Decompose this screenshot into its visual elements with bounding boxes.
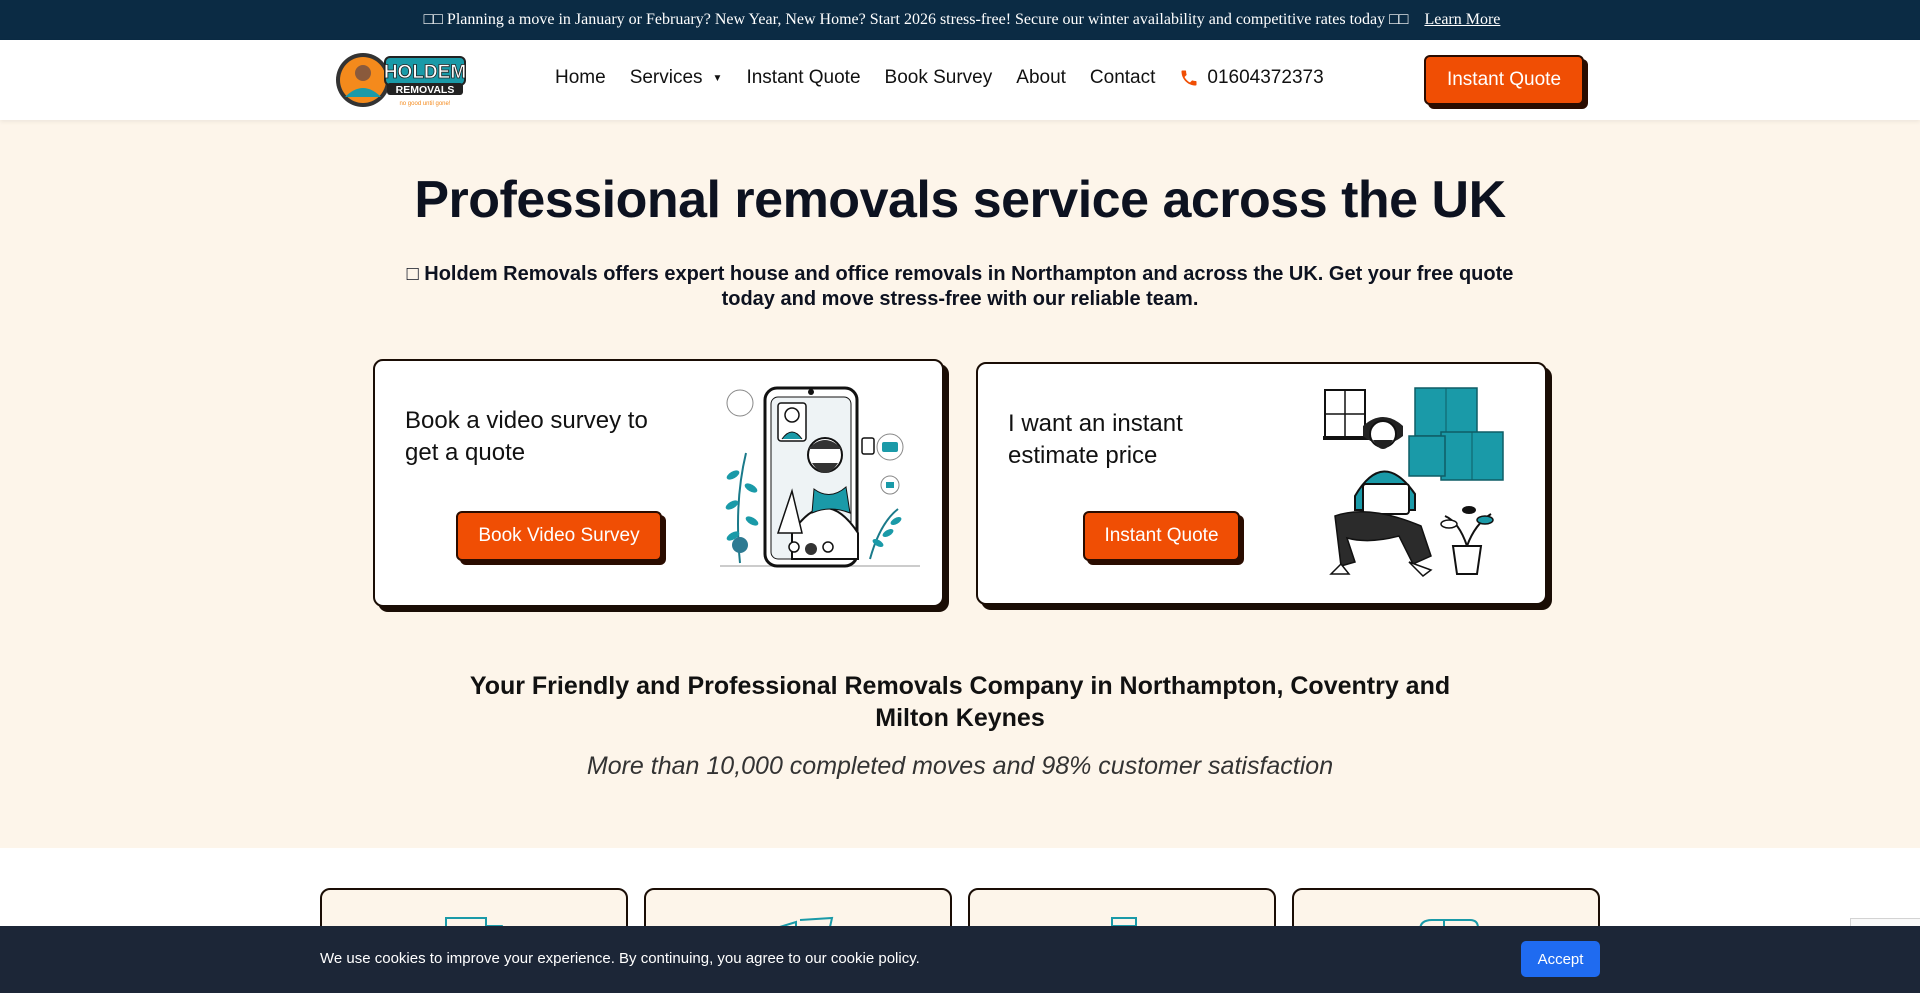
hero-subtitle: □ Holdem Removals offers expert house an… [400,262,1520,312]
nav-about-label: About [1016,67,1066,88]
section-subtitle: More than 10,000 completed moves and 98%… [586,752,1334,780]
nav-home-label: Home [555,67,606,88]
announcement-glyph-end: □□ [1389,11,1409,28]
nav-about[interactable]: About [1016,67,1066,89]
man-with-boxes-illustration [1323,387,1504,577]
section-title: Your Friendly and Professional Removals … [469,672,1451,732]
announcement-glyph-start: □□ [423,11,443,28]
book-video-survey-button[interactable]: Book Video Survey [456,511,662,561]
main-nav: Home Services ▼ Instant Quote Book Surve… [555,40,1348,116]
video-call-illustration [720,386,920,568]
announcement-text: Planning a move in January or February? … [446,11,1386,28]
phone-number: 01604372373 [1207,67,1324,88]
caret-down-icon: ▼ [712,72,723,84]
header-instant-quote-button[interactable]: Instant Quote [1424,55,1584,105]
announcement-bar: □□ Planning a move in January or Februar… [0,0,1920,40]
holdem-logo[interactable]: HOLDEM REMOVALS no good until gone! [335,51,469,109]
nav-services[interactable]: Services ▼ [630,67,723,89]
nav-contact-label: Contact [1089,67,1156,88]
video-survey-card: Book a video survey to get a quote Book … [373,359,944,607]
phone-icon [1181,70,1197,86]
nav-instant-quote-label: Instant Quote [746,67,861,88]
video-survey-card-title: Book a video survey to get a quote [405,407,648,466]
hero-subtitle-text: Holdem Removals offers expert house and … [424,263,1514,310]
nav-services-label: Services [629,67,703,88]
logo-text: HOLDEM [384,62,466,83]
instant-quote-button[interactable]: Instant Quote [1083,511,1240,561]
nav-contact[interactable]: Contact [1090,67,1155,89]
nav-book-survey-label: Book Survey [884,67,993,88]
nav-book-survey[interactable]: Book Survey [885,67,993,89]
hero-title: Professional removals service across the… [414,171,1506,229]
cookie-banner: We use cookies to improve your experienc… [0,926,1920,993]
logo-tagline: no good until gone! [399,101,450,107]
nav-instant-quote[interactable]: Instant Quote [746,67,860,89]
instant-estimate-card-title: I want an instant estimate price [1008,410,1183,469]
learn-more-link[interactable]: Learn More [1424,11,1500,29]
nav-home[interactable]: Home [555,67,606,89]
nav-phone-link[interactable]: 01604372373 [1179,67,1324,89]
logo-sub: REMOVALS [396,84,455,96]
hero-subtitle-glyph: □ [406,263,419,285]
instant-estimate-card: I want an instant estimate price Instant… [976,362,1547,605]
site-header: HOLDEM REMOVALS no good until gone! Home… [0,40,1920,120]
cookie-accept-button[interactable]: Accept [1521,941,1600,977]
cookie-message: We use cookies to improve your experienc… [320,950,920,967]
